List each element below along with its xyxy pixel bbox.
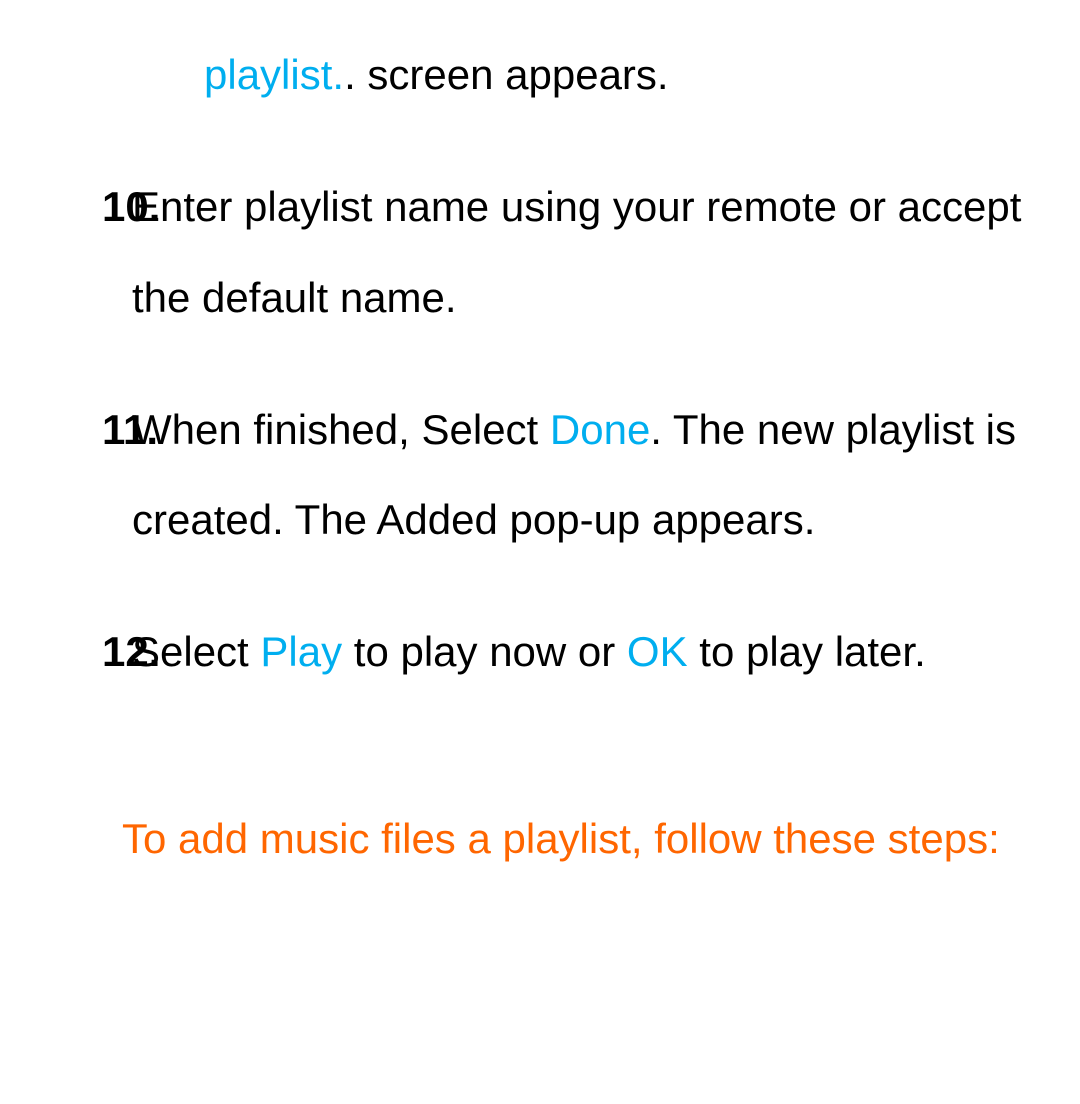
step-body: Select Play to play now or OK to play la… xyxy=(112,607,1050,697)
step-number: 12. xyxy=(30,607,112,697)
highlight-play: Play xyxy=(260,628,342,675)
step-number: 10. xyxy=(30,162,112,343)
step-body: When finished, Select Done. The new play… xyxy=(112,385,1050,566)
highlight-ok: OK xyxy=(627,628,688,675)
highlight-done: Done xyxy=(550,406,650,453)
step-12: 12. Select Play to play now or OK to pla… xyxy=(30,607,1050,697)
section-heading: To add music files a playlist, follow th… xyxy=(122,794,1050,884)
document-content: playlist.. screen appears. 10. Enter pla… xyxy=(0,0,1080,884)
step-10: 10. Enter playlist name using your remot… xyxy=(30,162,1050,343)
step-text-p3: to play later. xyxy=(688,628,926,675)
step-text-before: When finished, Select xyxy=(132,406,550,453)
step-11: 11. When finished, Select Done. The new … xyxy=(30,385,1050,566)
step-continuation: playlist.. screen appears. xyxy=(204,30,1050,120)
step-text-p1: Select xyxy=(132,628,260,675)
step-text-p2: to play now or xyxy=(342,628,627,675)
continuation-tail: . screen appears. xyxy=(344,51,669,98)
step-number: 11. xyxy=(30,385,112,566)
step-body: Enter playlist name using your remote or… xyxy=(112,162,1050,343)
highlight-playlist: playlist. xyxy=(204,51,344,98)
